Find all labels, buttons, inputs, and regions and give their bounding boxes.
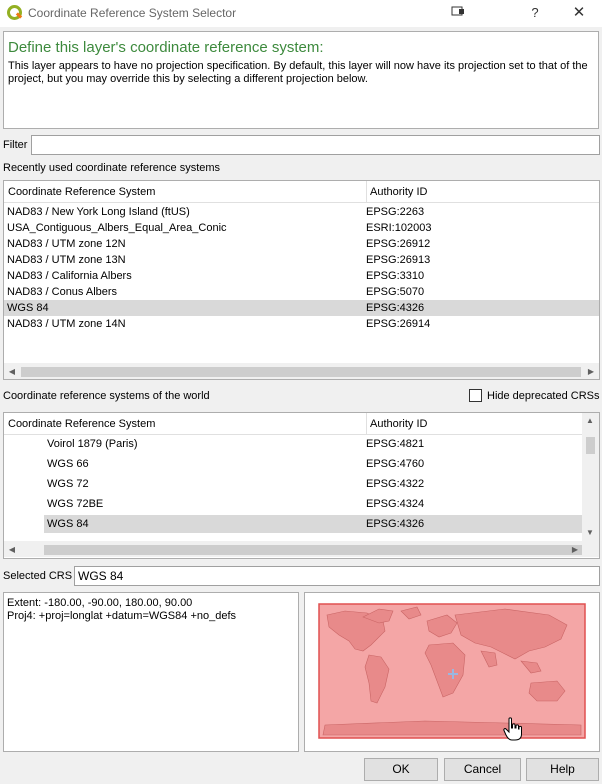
help-title-button[interactable]: ? <box>524 3 546 23</box>
scroll-left-arrow-icon[interactable]: ◀ <box>4 364 20 379</box>
column-header-crs[interactable]: Coordinate Reference System <box>8 413 155 435</box>
hide-deprecated-checkbox[interactable] <box>469 389 482 402</box>
tree-item[interactable]: WGS 72BE EPSG:4324 <box>4 496 582 512</box>
scroll-right-arrow-icon[interactable]: ▶ <box>567 542 583 558</box>
scroll-down-arrow-icon[interactable]: ▼ <box>582 525 598 541</box>
table-row-selected[interactable]: WGS 84 EPSG:4326 <box>4 300 599 316</box>
ok-button[interactable]: OK <box>364 758 438 781</box>
table-row[interactable]: USA_Contiguous_Albers_Equal_Area_Conic ES… <box>4 220 599 236</box>
scroll-up-arrow-icon[interactable]: ▲ <box>582 413 598 429</box>
recent-crs-list[interactable]: Coordinate Reference System Authority ID… <box>3 180 600 380</box>
table-row[interactable]: NAD83 / UTM zone 14N EPSG:26914 <box>4 316 599 332</box>
column-header-authority[interactable]: Authority ID <box>366 181 427 203</box>
hand-cursor-icon <box>503 717 522 741</box>
crs-info-panel: Extent: -180.00, -90.00, 180.00, 90.00 P… <box>3 592 299 752</box>
proj4-text: Proj4: +proj=longlat +datum=WGS84 +no_de… <box>7 610 237 622</box>
recent-horizontal-scrollbar[interactable]: ◀ ▶ <box>4 363 599 379</box>
tree-item-selected[interactable]: WGS 84 EPSG:4326 <box>44 515 582 533</box>
tree-item[interactable]: WGS 66 EPSG:4760 <box>4 456 582 472</box>
world-map <box>318 603 586 739</box>
column-header-authority[interactable]: Authority ID <box>366 413 427 435</box>
tree-item[interactable]: WGS 72 EPSG:4322 <box>4 476 582 492</box>
selected-crs-field: WGS 84 <box>74 566 600 586</box>
column-header-crs[interactable]: Coordinate Reference System <box>8 181 155 203</box>
close-button[interactable]: ✕ <box>568 3 590 23</box>
scroll-right-arrow-icon[interactable]: ▶ <box>583 364 599 379</box>
recent-crs-header: Coordinate Reference System Authority ID <box>4 181 599 203</box>
recent-crs-label: Recently used coordinate reference syste… <box>3 162 221 174</box>
context-help-icon[interactable] <box>447 3 469 23</box>
table-row[interactable]: NAD83 / UTM zone 13N EPSG:26913 <box>4 252 599 268</box>
tree-item[interactable]: Voirol 1879 (Paris) EPSG:4821 <box>4 436 582 452</box>
scrollbar-thumb[interactable] <box>44 545 582 555</box>
scroll-left-arrow-icon[interactable]: ◀ <box>4 542 20 558</box>
header-panel: Define this layer's coordinate reference… <box>3 31 599 129</box>
table-row[interactable]: NAD83 / New York Long Island (ftUS) EPSG:… <box>4 204 599 220</box>
world-crs-tree[interactable]: Coordinate Reference System Authority ID… <box>3 412 600 559</box>
extent-map-preview[interactable] <box>304 592 600 752</box>
hide-deprecated-toggle[interactable]: Hide deprecated CRSs <box>469 389 600 402</box>
qgis-logo-icon <box>7 5 23 20</box>
header-title: Define this layer's coordinate reference… <box>8 39 324 56</box>
title-bar: Coordinate Reference System Selector ? ✕ <box>0 0 602 27</box>
table-row[interactable]: NAD83 / Conus Albers EPSG:5070 <box>4 284 599 300</box>
world-horizontal-scrollbar[interactable]: ◀ ▶ <box>4 541 599 557</box>
scrollbar-thumb[interactable] <box>586 437 595 454</box>
table-row[interactable]: NAD83 / UTM zone 12N EPSG:26912 <box>4 236 599 252</box>
world-crs-label: Coordinate reference systems of the worl… <box>3 390 210 402</box>
world-crs-header: Coordinate Reference System Authority ID <box>4 413 599 435</box>
world-vertical-scrollbar[interactable]: ▲ ▼ <box>582 413 599 541</box>
filter-input[interactable] <box>31 135 600 155</box>
window-title: Coordinate Reference System Selector <box>28 6 237 20</box>
selected-crs-label: Selected CRS <box>3 570 73 582</box>
filter-label: Filter <box>3 139 28 151</box>
table-row[interactable]: NAD83 / California Albers EPSG:3310 <box>4 268 599 284</box>
header-description: This layer appears to have no projection… <box>8 60 588 85</box>
extent-text: Extent: -180.00, -90.00, 180.00, 90.00 <box>7 597 193 609</box>
help-button[interactable]: Help <box>526 758 599 781</box>
cancel-button[interactable]: Cancel <box>444 758 521 781</box>
hide-deprecated-label: Hide deprecated CRSs <box>487 389 600 402</box>
scrollbar-thumb[interactable] <box>21 367 581 377</box>
